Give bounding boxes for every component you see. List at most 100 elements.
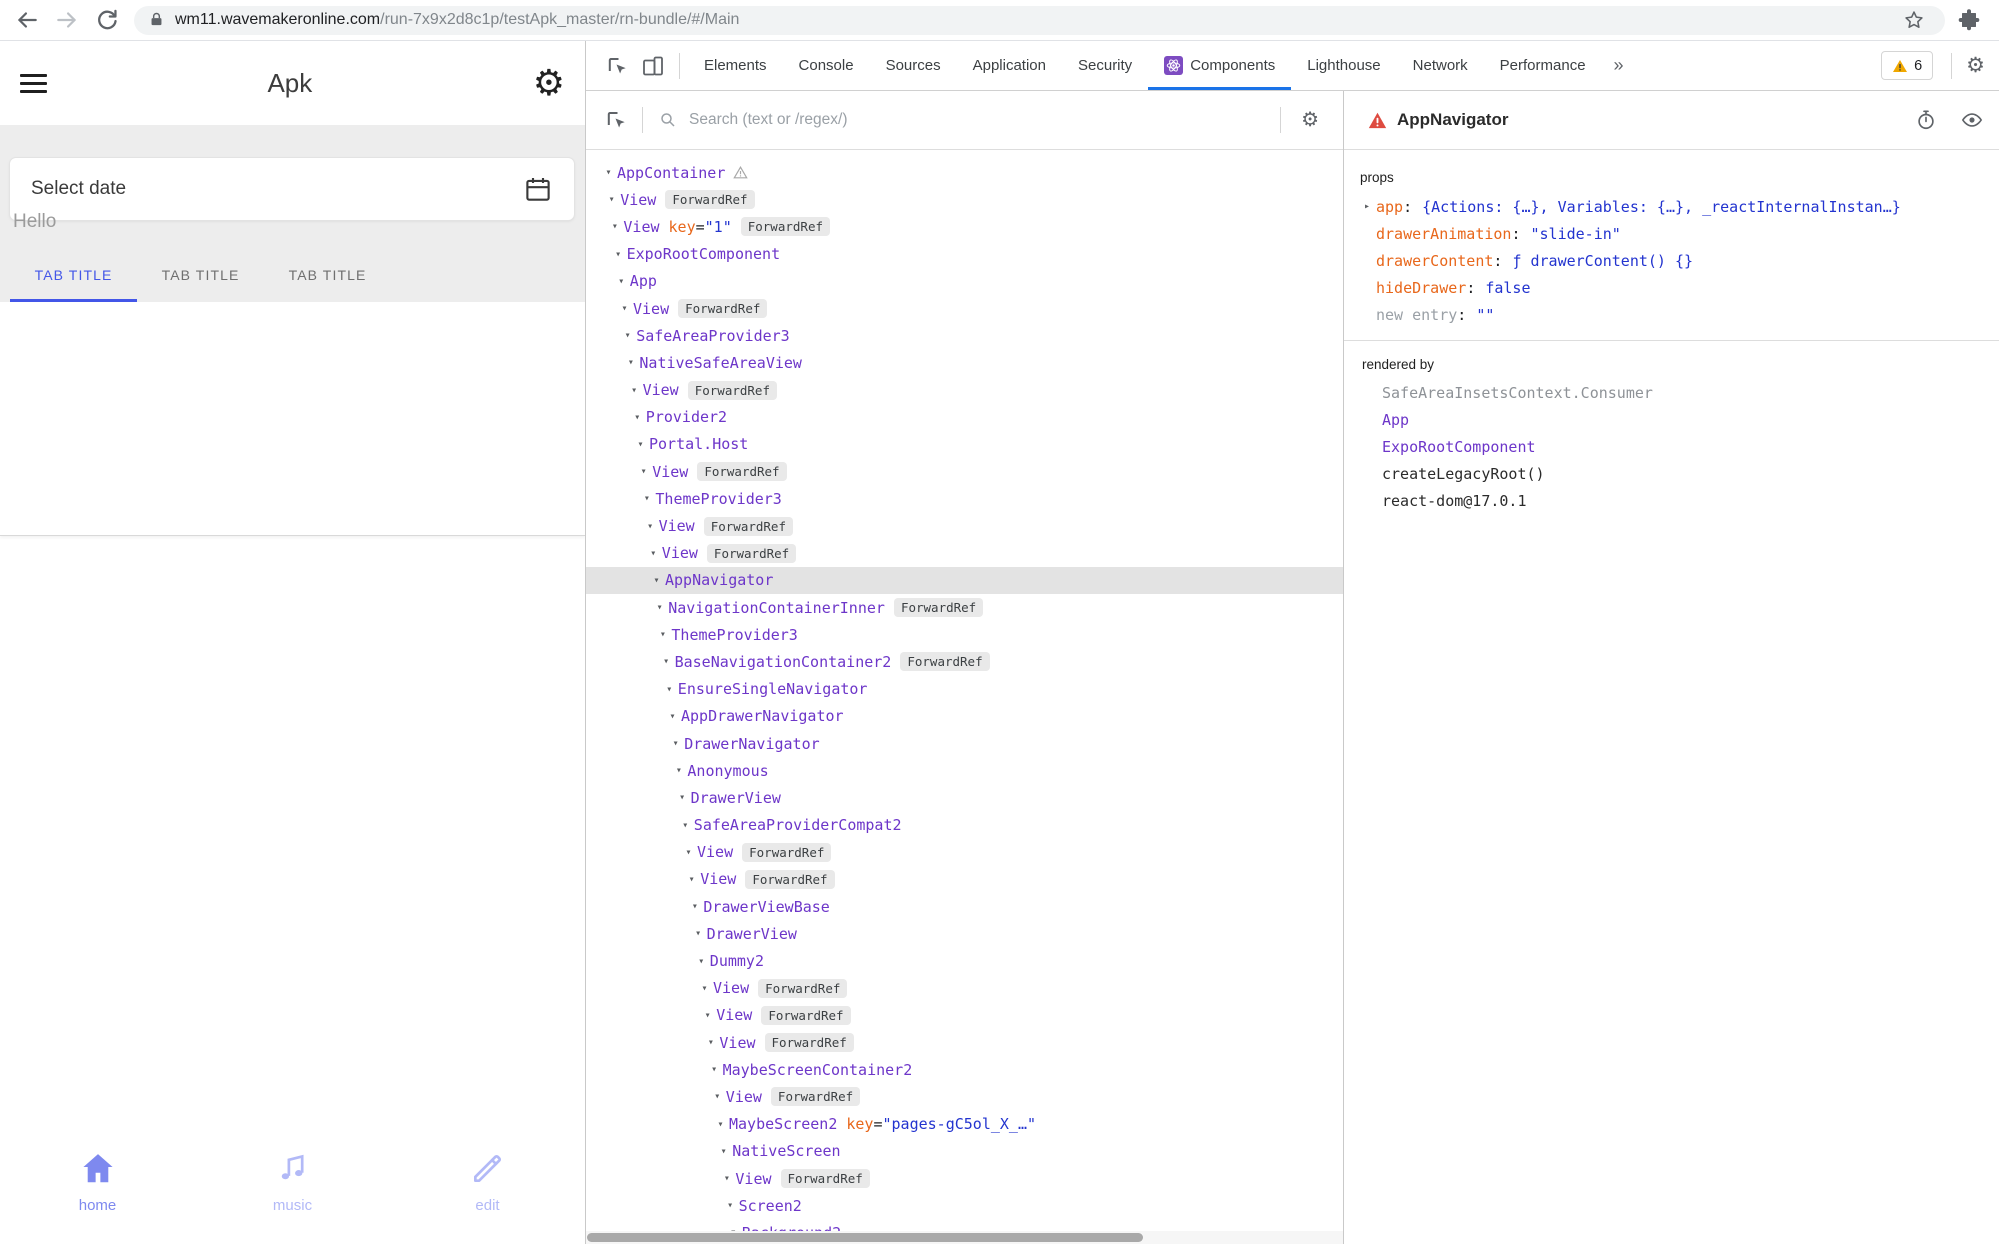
tree-row[interactable]: ▾MaybeScreen2key="pages-gC5ol_X_…" (586, 1111, 1343, 1138)
prop-row[interactable]: drawerAnimation:"slide-in" (1358, 220, 1999, 247)
devtools-tab-elements[interactable]: Elements (688, 41, 783, 90)
tree-row[interactable]: ▾ViewForwardRef (586, 1029, 1343, 1056)
extensions-icon[interactable] (1957, 8, 1981, 32)
tree-row[interactable]: ▾DrawerView (586, 920, 1343, 947)
devtools-tab-security[interactable]: Security (1062, 41, 1148, 90)
expand-arrow-icon[interactable]: ▾ (645, 548, 662, 559)
forward-icon[interactable] (54, 7, 80, 33)
expand-arrow-icon[interactable]: ▾ (626, 385, 643, 396)
expand-arrow-icon[interactable]: ▾ (722, 1200, 739, 1211)
expand-arrow-icon[interactable]: ▾ (638, 493, 655, 504)
expand-arrow-icon[interactable]: ▾ (629, 412, 646, 423)
expand-arrow-icon[interactable]: ▾ (664, 711, 681, 722)
inspect-element-icon[interactable] (604, 108, 628, 132)
expand-arrow-icon[interactable]: ▾ (677, 820, 694, 831)
expand-arrow-icon[interactable]: ▾ (712, 1119, 729, 1130)
expand-arrow-icon[interactable]: ▾ (619, 330, 636, 341)
expand-arrow-icon[interactable]: ▸ (1358, 201, 1376, 212)
bookmark-star-icon[interactable] (1903, 9, 1925, 31)
nav-item-home[interactable]: home (0, 1137, 195, 1244)
prop-row[interactable]: drawerContent:ƒ drawerContent() {} (1358, 247, 1999, 274)
reload-icon[interactable] (94, 7, 120, 33)
tree-row[interactable]: ▾EnsureSingleNavigator (586, 676, 1343, 703)
expand-arrow-icon[interactable]: ▾ (632, 439, 649, 450)
devtools-tab-performance[interactable]: Performance (1484, 41, 1602, 90)
app-tab-3[interactable]: TAB TITLE (264, 247, 391, 302)
horizontal-scrollbar[interactable] (586, 1231, 1343, 1244)
devtools-tab-network[interactable]: Network (1397, 41, 1484, 90)
back-icon[interactable] (14, 7, 40, 33)
expand-arrow-icon[interactable]: ▾ (706, 1064, 723, 1075)
expand-arrow-icon[interactable]: ▾ (658, 656, 675, 667)
prop-value[interactable]: {Actions: {…}, Variables: {…}, _reactInt… (1422, 198, 1901, 216)
tree-row[interactable]: ▾ThemeProvider3 (586, 485, 1343, 512)
devtools-tab-lighthouse[interactable]: Lighthouse (1291, 41, 1396, 90)
issues-warning-badge[interactable]: 6 (1881, 51, 1933, 80)
more-tabs-icon[interactable]: » (1602, 55, 1636, 76)
calendar-icon[interactable] (523, 174, 553, 204)
tree-row[interactable]: ▾ViewForwardRef (586, 839, 1343, 866)
tree-row[interactable]: ▾ViewForwardRef (586, 540, 1343, 567)
tree-row[interactable]: ▾DrawerViewBase (586, 893, 1343, 920)
tree-row[interactable]: ▾NativeSafeAreaView (586, 349, 1343, 376)
hamburger-menu-icon[interactable] (20, 74, 47, 93)
expand-arrow-icon[interactable]: ▾ (603, 194, 620, 205)
gear-icon[interactable]: ⚙ (533, 65, 565, 101)
tree-row[interactable]: ▾ViewForwardRef (586, 186, 1343, 213)
expand-arrow-icon[interactable]: ▾ (674, 792, 691, 803)
expand-arrow-icon[interactable]: ▾ (642, 521, 659, 532)
expand-arrow-icon[interactable]: ▾ (606, 221, 623, 232)
device-toolbar-icon[interactable] (641, 54, 665, 78)
tree-row[interactable]: ▾Dummy2 (586, 947, 1343, 974)
expand-arrow-icon[interactable]: ▾ (651, 602, 668, 613)
tree-row[interactable]: ▾SafeAreaProviderCompat2 (586, 812, 1343, 839)
devtools-tab-sources[interactable]: Sources (870, 41, 957, 90)
expand-arrow-icon[interactable]: ▾ (661, 684, 678, 695)
expand-arrow-icon[interactable]: ▾ (718, 1173, 735, 1184)
expand-arrow-icon[interactable]: ▾ (616, 303, 633, 314)
tree-row[interactable]: ▾AppDrawerNavigator (586, 703, 1343, 730)
tree-row[interactable]: ▾ViewForwardRef (586, 295, 1343, 322)
rendered-by-item[interactable]: createLegacyRoot() (1360, 461, 1999, 488)
expand-arrow-icon[interactable]: ▾ (622, 357, 639, 368)
tree-row[interactable]: ▾SafeAreaProvider3 (586, 322, 1343, 349)
tree-row[interactable]: ▾ViewForwardRef (586, 975, 1343, 1002)
tree-row[interactable]: ▾ViewForwardRef (586, 377, 1343, 404)
app-tab-2[interactable]: TAB TITLE (137, 247, 264, 302)
components-settings-gear-icon[interactable]: ⚙ (1301, 110, 1319, 130)
tree-row[interactable]: ▾MaybeScreenContainer2 (586, 1056, 1343, 1083)
expand-arrow-icon[interactable]: ▾ (683, 874, 700, 885)
prop-row[interactable]: hideDrawer:false (1358, 274, 1999, 301)
devtools-tab-console[interactable]: Console (783, 41, 870, 90)
prop-value[interactable]: "" (1476, 306, 1494, 324)
rendered-by-item[interactable]: react-dom@17.0.1 (1360, 488, 1999, 515)
components-search-input[interactable] (687, 110, 1272, 130)
app-tab-1[interactable]: TAB TITLE (10, 247, 137, 302)
expand-arrow-icon[interactable]: ▾ (690, 928, 707, 939)
devtools-tab-components[interactable]: Components (1148, 41, 1291, 90)
expand-arrow-icon[interactable]: ▾ (709, 1091, 726, 1102)
prop-value[interactable]: false (1485, 279, 1530, 297)
tree-row[interactable]: ▾AppNavigator (586, 567, 1343, 594)
tree-row[interactable]: ▾App (586, 268, 1343, 295)
expand-arrow-icon[interactable]: ▾ (600, 167, 617, 178)
rendered-by-item[interactable]: ExpoRootComponent (1360, 434, 1999, 461)
tree-row[interactable]: ▾ViewForwardRef (586, 458, 1343, 485)
expand-arrow-icon[interactable]: ▾ (702, 1037, 719, 1048)
tree-row[interactable]: ▾Anonymous (586, 757, 1343, 784)
expand-arrow-icon[interactable]: ▾ (670, 765, 687, 776)
tree-row[interactable]: ▾AppContainer (586, 159, 1343, 186)
tree-row[interactable]: ▾Portal.Host (586, 431, 1343, 458)
tree-row[interactable]: ▾Screen2 (586, 1192, 1343, 1219)
nav-item-edit[interactable]: edit (390, 1137, 585, 1244)
expand-arrow-icon[interactable]: ▾ (699, 1010, 716, 1021)
expand-arrow-icon[interactable]: ▾ (648, 575, 665, 586)
scrollbar-thumb[interactable] (587, 1233, 1143, 1242)
tree-row[interactable]: ▾ThemeProvider3 (586, 621, 1343, 648)
expand-arrow-icon[interactable]: ▾ (693, 956, 710, 967)
devtools-tab-application[interactable]: Application (957, 41, 1062, 90)
tree-row[interactable]: ▾DrawerView (586, 784, 1343, 811)
tree-row[interactable]: ▾NativeScreen (586, 1138, 1343, 1165)
tree-row[interactable]: ▾ExpoRootComponent (586, 241, 1343, 268)
devtools-settings-gear-icon[interactable]: ⚙ (1966, 55, 1985, 76)
